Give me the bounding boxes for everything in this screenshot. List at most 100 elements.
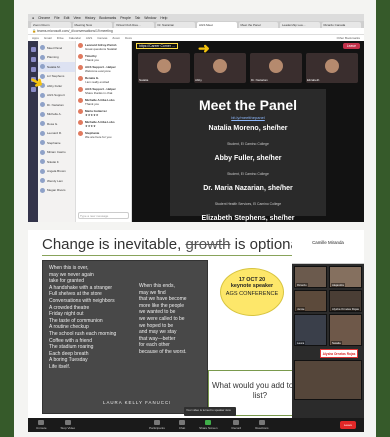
browser-tab[interactable]: Dr. Nazarian: [155, 22, 195, 28]
participant-video[interactable]: [294, 360, 362, 400]
menu-window[interactable]: Window: [144, 16, 156, 20]
leave-meeting-button[interactable]: Leave: [339, 421, 356, 429]
chat-list-item[interactable]: Meet Panel: [38, 43, 75, 53]
speaker-name: Dr. Maria Nazarian, she/her: [203, 185, 293, 192]
video-tile[interactable]: Natalia: [138, 53, 190, 83]
chat-list-item-selected[interactable]: Natalia M.: [38, 62, 75, 72]
video-tile[interactable]: Abby: [194, 53, 246, 83]
speaker-name: Natalia Moreno, she/her: [208, 125, 288, 132]
reactions-button[interactable]: Reactions: [255, 420, 269, 430]
unmute-button[interactable]: Unmute: [36, 420, 47, 430]
chat-name: Abby Fuller: [47, 83, 63, 88]
toolbar-label: Chat: [178, 426, 186, 430]
avatar: [78, 43, 83, 48]
message-text: Welcome everyone: [85, 69, 111, 73]
toolbar-label: Record: [231, 426, 242, 430]
participant-video[interactable]: Ricardo: [294, 266, 327, 288]
chat-list-item[interactable]: Wendy Lam: [38, 176, 75, 186]
participant-video[interactable]: Laura: [294, 314, 327, 346]
menu-view[interactable]: View: [73, 16, 80, 20]
chat-name: Angela Brown: [47, 169, 66, 174]
menu-file[interactable]: File: [54, 16, 59, 20]
browser-tab[interactable]: Meeting Now: [72, 22, 112, 28]
bookmark[interactable]: Apps: [32, 36, 39, 40]
bookmark[interactable]: Gmail: [44, 36, 52, 40]
speaker: Dr. Maria Nazarian, she/her Student Healt…: [170, 185, 326, 210]
chat-list-item[interactable]: AGS Support: [38, 91, 75, 101]
avatar: [40, 111, 45, 117]
browser-tab[interactable]: Virtual Club Rea…: [114, 22, 154, 28]
chat-list-item[interactable]: Rosa G.: [38, 119, 75, 129]
chat-list-item[interactable]: Miriam Castro: [38, 148, 75, 158]
menu-people[interactable]: People: [120, 16, 131, 20]
teams-app: Meet Panel Planning Natalia M. Liz Steph…: [28, 41, 364, 222]
browser-tab-active[interactable]: AGS Meet: [197, 22, 237, 28]
chat-name: Planning: [47, 55, 59, 60]
browser-tab[interactable]: Meet the Panel: [238, 22, 278, 28]
chat-name: AGS Support: [47, 93, 65, 98]
highlight-arrow-icon: ➜: [198, 40, 210, 56]
badge-keynote: keynote speaker: [230, 283, 274, 289]
share-screen-button[interactable]: Share Screen: [199, 420, 218, 430]
shared-link[interactable]: https://Career Corner …: [136, 43, 179, 49]
participant-video[interactable]: Jamie: [294, 290, 327, 312]
chat-message: Maria Gutierrez ★★★★★: [78, 109, 129, 117]
activity-icon[interactable]: [30, 47, 36, 52]
participant-video[interactable]: Alysha Ornelas Rojas: [329, 290, 362, 312]
compose-message-input[interactable]: Type a new message: [78, 212, 129, 219]
chat-list-item[interactable]: Michelle A.: [38, 110, 75, 120]
zoom-toolbar: Unmute Stop Video Participants Chat Shar…: [28, 418, 364, 432]
menu-history[interactable]: History: [85, 16, 96, 20]
bookmark[interactable]: Drive: [57, 36, 64, 40]
avatar: [40, 178, 45, 184]
browser-tab[interactable]: Zoom Room: [31, 22, 71, 28]
chat-list-item[interactable]: Nikolai F.: [38, 157, 75, 167]
chat-icon[interactable]: [30, 57, 36, 62]
chat-list-item[interactable]: Leonard R.: [38, 129, 75, 139]
toolbar-label: Reactions: [255, 426, 269, 430]
avatar: [78, 65, 83, 70]
chat-name: Rosa G.: [47, 121, 59, 126]
chat-message: Renata G. I am really excited: [78, 76, 129, 84]
chat-list-item[interactable]: Stephanie: [38, 138, 75, 148]
chat-list-item[interactable]: Angela Brown: [38, 167, 75, 177]
menu-bookmarks[interactable]: Bookmarks: [99, 16, 116, 20]
participant-video[interactable]: Natalia: [329, 314, 362, 346]
chat-name: Wendy Lam: [47, 178, 63, 183]
people-icon: [153, 420, 160, 425]
slide-link[interactable]: bit.ly/meetthepanel: [170, 115, 326, 120]
bookmark[interactable]: Other Bookmarks: [337, 36, 360, 40]
chat-button[interactable]: Chat: [179, 420, 185, 430]
leave-button[interactable]: Leave: [342, 43, 360, 49]
avatar: [78, 76, 83, 81]
chat-list-item[interactable]: Planning: [38, 53, 75, 63]
bookmark[interactable]: AGS: [86, 36, 92, 40]
participant-video[interactable]: Alejandra: [329, 266, 362, 288]
menu-chrome[interactable]: Chrome: [38, 16, 50, 20]
address-bar[interactable]: 🔒 teams.microsoft.com/_#/conversations/1…: [28, 28, 364, 35]
name-card: Alysha Ornelas Rojas: [320, 349, 358, 358]
participant-name: Alejandra: [331, 283, 345, 287]
chat-list-item[interactable]: Dr. Nazarian: [38, 100, 75, 110]
chat-list-item[interactable]: Megan Rivers: [38, 186, 75, 196]
participants-button[interactable]: Participants: [149, 420, 165, 430]
record-button[interactable]: Record: [231, 420, 242, 430]
stop-video-button[interactable]: Stop Video: [61, 420, 75, 430]
browser-tab[interactable]: Ricardo Canada: [321, 22, 361, 28]
heading-part: Change is inevitable,: [42, 236, 186, 253]
avatar: [40, 187, 45, 193]
chat-message: Leonard Gilroy-Parish Great questions Nat…: [78, 43, 129, 51]
bookmark[interactable]: Canvas: [97, 36, 107, 40]
bookmark[interactable]: Zoom: [112, 36, 120, 40]
bookmark[interactable]: Calendar: [69, 36, 81, 40]
menu-help[interactable]: Help: [160, 16, 167, 20]
speaker: Natalia Moreno, she/her Student, El Camin…: [170, 125, 326, 150]
menu-edit[interactable]: Edit: [64, 16, 70, 20]
bookmark[interactable]: Docs: [125, 36, 132, 40]
chat-list: Meet Panel Planning Natalia M. Liz Steph…: [38, 41, 76, 222]
avatar: [40, 121, 45, 127]
menu-tab[interactable]: Tab: [135, 16, 140, 20]
video-tile[interactable]: Elizabeth: [306, 53, 358, 83]
browser-tab[interactable]: Leadership Lea…: [280, 22, 320, 28]
video-tile[interactable]: Dr. Nazarian: [250, 53, 302, 83]
